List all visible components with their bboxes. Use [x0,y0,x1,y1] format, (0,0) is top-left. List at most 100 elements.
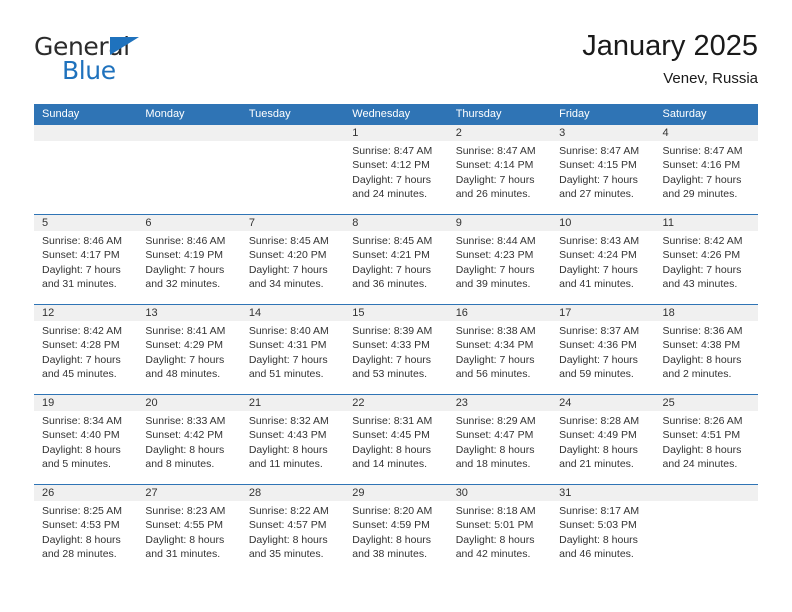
day-detail-line: Sunrise: 8:17 AM [559,505,640,517]
day-cell[interactable]: 1 Sunrise: 8:47 AM Sunset: 4:12 PM Daylight… [344,125,448,214]
day-number: 30 [447,485,552,501]
day-cell-empty [34,125,138,214]
day-detail-line: and 24 minutes. [352,188,427,201]
day-cell[interactable]: 30 Sunrise: 8:18 AM Sunset: 5:01 PM Dayligh… [447,485,552,574]
day-cell[interactable]: 28 Sunrise: 8:22 AM Sunset: 4:57 PM Dayligh… [240,485,345,574]
day-detail-line: Sunset: 4:28 PM [42,339,120,352]
day-cell[interactable]: 2 Sunrise: 8:47 AM Sunset: 4:14 PM Daylight… [447,125,552,214]
day-detail-line: Daylight: 8 hours [42,443,121,456]
day-cell[interactable]: 13 Sunrise: 8:41 AM Sunset: 4:29 PM Dayligh… [137,305,241,394]
day-cell[interactable]: 21 Sunrise: 8:32 AM Sunset: 4:43 PM Dayligh… [240,395,345,484]
day-cell[interactable]: 16 Sunrise: 8:38 AM Sunset: 4:34 PM Dayligh… [447,305,552,394]
day-detail-line: and 31 minutes. [145,548,221,561]
day-detail-line: Daylight: 7 hours [662,173,742,186]
day-detail-line: Sunrise: 8:20 AM [352,505,433,517]
day-cell[interactable]: 4 Sunrise: 8:47 AM Sunset: 4:16 PM Daylight… [654,125,758,214]
day-number [240,125,345,141]
calendar-week-cells: 1 Sunrise: 8:47 AM Sunset: 4:12 PM Daylight… [34,125,758,214]
calendar-week-row: 19 Sunrise: 8:34 AM Sunset: 4:40 PM Dayligh… [34,394,758,484]
day-number: 8 [344,215,448,231]
day-detail-line: and 14 minutes. [352,458,427,471]
day-cell[interactable]: 22 Sunrise: 8:31 AM Sunset: 4:45 PM Dayligh… [344,395,448,484]
day-cell[interactable]: 10 Sunrise: 8:43 AM Sunset: 4:24 PM Dayligh… [551,215,655,304]
day-number: 22 [344,395,448,411]
day-detail-line: and 11 minutes. [248,458,323,471]
day-detail-line: Sunset: 4:36 PM [559,339,637,352]
day-details: Sunrise: 8:40 AM Sunset: 4:31 PM Daylight:… [241,321,344,382]
day-detail-line: Sunrise: 8:45 AM [248,235,329,247]
day-detail-line: Sunrise: 8:42 AM [662,235,743,247]
day-detail-line: Sunrise: 8:32 AM [248,415,329,427]
day-detail-line: Sunset: 4:14 PM [455,159,534,172]
day-cell[interactable]: 5 Sunrise: 8:46 AM Sunset: 4:17 PM Daylight… [34,215,138,304]
calendar-grid: Sunday Monday Tuesday Wednesday Thursday Frid… [34,104,758,574]
day-cell[interactable]: 24 Sunrise: 8:28 AM Sunset: 4:49 PM Dayligh… [551,395,655,484]
day-cell[interactable]: 26 Sunrise: 8:25 AM Sunset: 4:53 PM Dayligh… [34,485,138,574]
day-detail-line: Sunset: 4:31 PM [248,339,327,352]
day-detail-line: Sunrise: 8:46 AM [145,235,226,247]
day-number: 9 [447,215,552,231]
day-number: 11 [654,215,758,231]
day-cell[interactable]: 9 Sunrise: 8:44 AM Sunset: 4:23 PM Daylight… [447,215,552,304]
day-cell[interactable]: 31 Sunrise: 8:17 AM Sunset: 5:03 PM Dayligh… [551,485,655,574]
day-cell[interactable]: 3 Sunrise: 8:47 AM Sunset: 4:15 PM Daylight… [551,125,655,214]
day-detail-line: Daylight: 8 hours [248,443,328,456]
day-cell[interactable]: 27 Sunrise: 8:23 AM Sunset: 4:55 PM Dayligh… [137,485,241,574]
day-detail-line: Sunset: 4:26 PM [662,249,741,262]
day-detail-line: Sunset: 4:34 PM [455,339,534,352]
day-number: 1 [344,125,448,141]
day-detail-line: and 36 minutes. [352,278,427,291]
day-cell[interactable]: 17 Sunrise: 8:37 AM Sunset: 4:36 PM Dayligh… [551,305,655,394]
general-blue-logo[interactable]: General Blue [34,32,264,90]
day-detail-line: and 27 minutes. [559,188,634,201]
day-detail-line: Sunset: 4:16 PM [662,159,741,172]
day-details: Sunrise: 8:45 AM Sunset: 4:20 PM Daylight:… [241,231,344,292]
day-detail-line: Sunrise: 8:43 AM [559,235,640,247]
weekday-header-row: Sunday Monday Tuesday Wednesday Thursday Frid… [34,104,758,125]
day-cell[interactable]: 18 Sunrise: 8:36 AM Sunset: 4:38 PM Dayligh… [654,305,758,394]
day-detail-line: Sunset: 4:49 PM [559,429,637,442]
day-detail-line: Daylight: 7 hours [352,353,432,366]
title-block: January 2025 Venev, Russia [582,28,758,90]
calendar-week-cells: 5 Sunrise: 8:46 AM Sunset: 4:17 PM Daylight… [34,215,758,304]
day-number: 21 [240,395,345,411]
day-cell[interactable]: 7 Sunrise: 8:45 AM Sunset: 4:20 PM Daylight… [240,215,345,304]
day-cell[interactable]: 15 Sunrise: 8:39 AM Sunset: 4:33 PM Dayligh… [344,305,448,394]
weekday-header-friday: Friday [559,108,590,120]
day-details: Sunrise: 8:34 AM Sunset: 4:40 PM Daylight:… [34,411,137,472]
calendar-week-row: 12 Sunrise: 8:42 AM Sunset: 4:28 PM Dayligh… [34,304,758,394]
day-cell[interactable]: 12 Sunrise: 8:42 AM Sunset: 4:28 PM Dayligh… [34,305,138,394]
day-detail-line: Sunrise: 8:42 AM [42,325,122,337]
day-cell[interactable]: 6 Sunrise: 8:46 AM Sunset: 4:19 PM Daylight… [137,215,241,304]
day-detail-line: Sunrise: 8:38 AM [455,325,536,337]
day-detail-line: and 18 minutes. [455,458,531,471]
day-cell[interactable]: 14 Sunrise: 8:40 AM Sunset: 4:31 PM Dayligh… [240,305,345,394]
day-detail-line: and 48 minutes. [145,368,221,381]
day-cell[interactable]: 29 Sunrise: 8:20 AM Sunset: 4:59 PM Dayligh… [344,485,448,574]
day-detail-line: Sunset: 4:53 PM [42,519,120,532]
day-cell[interactable]: 11 Sunrise: 8:42 AM Sunset: 4:26 PM Dayligh… [654,215,758,304]
day-detail-line: and 39 minutes. [455,278,531,291]
day-details: Sunrise: 8:46 AM Sunset: 4:17 PM Daylight:… [34,231,137,292]
day-cell[interactable]: 23 Sunrise: 8:29 AM Sunset: 4:47 PM Dayligh… [447,395,552,484]
day-details: Sunrise: 8:32 AM Sunset: 4:43 PM Daylight:… [241,411,344,472]
day-detail-line: and 42 minutes. [455,548,531,561]
day-number: 25 [654,395,758,411]
day-cell[interactable]: 20 Sunrise: 8:33 AM Sunset: 4:42 PM Dayligh… [137,395,241,484]
day-number: 12 [34,305,138,321]
logo-triangle-icon [110,37,139,55]
day-detail-line: Sunset: 4:43 PM [248,429,327,442]
day-cell[interactable]: 25 Sunrise: 8:26 AM Sunset: 4:51 PM Dayligh… [654,395,758,484]
day-detail-line: Daylight: 8 hours [145,533,225,546]
day-details: Sunrise: 8:47 AM Sunset: 4:12 PM Daylight:… [344,141,447,202]
day-detail-line: Sunrise: 8:47 AM [455,145,536,157]
day-details: Sunrise: 8:43 AM Sunset: 4:24 PM Daylight:… [551,231,654,292]
day-detail-line: and 41 minutes. [559,278,634,291]
calendar-page: General Blue January 2025 Venev, Russia … [0,0,792,612]
day-cell[interactable]: 8 Sunrise: 8:45 AM Sunset: 4:21 PM Daylight… [344,215,448,304]
day-details: Sunrise: 8:26 AM Sunset: 4:51 PM Daylight:… [655,411,758,472]
day-details [655,501,758,504]
day-detail-line: and 5 minutes. [42,458,111,471]
day-detail-line: Sunset: 4:24 PM [559,249,637,262]
day-cell[interactable]: 19 Sunrise: 8:34 AM Sunset: 4:40 PM Dayligh… [34,395,138,484]
